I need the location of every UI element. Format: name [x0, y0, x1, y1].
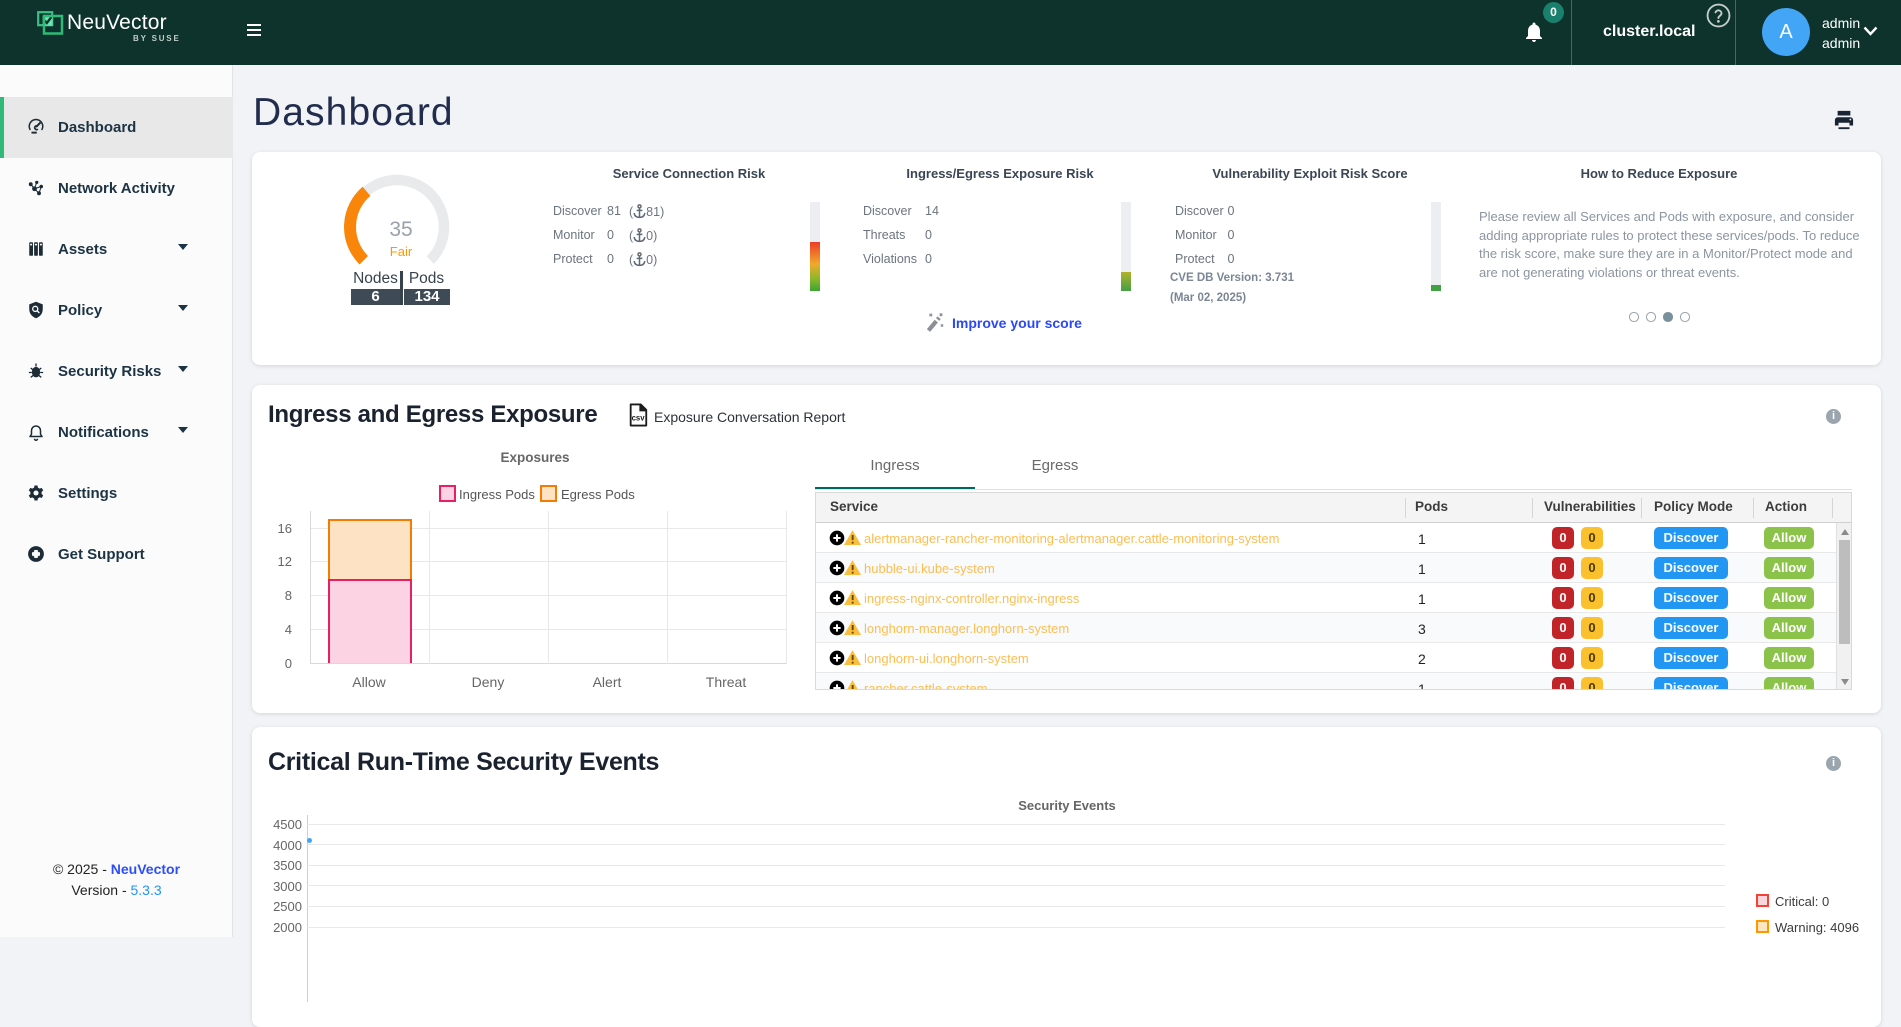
svg-text:csv: csv: [632, 414, 646, 423]
